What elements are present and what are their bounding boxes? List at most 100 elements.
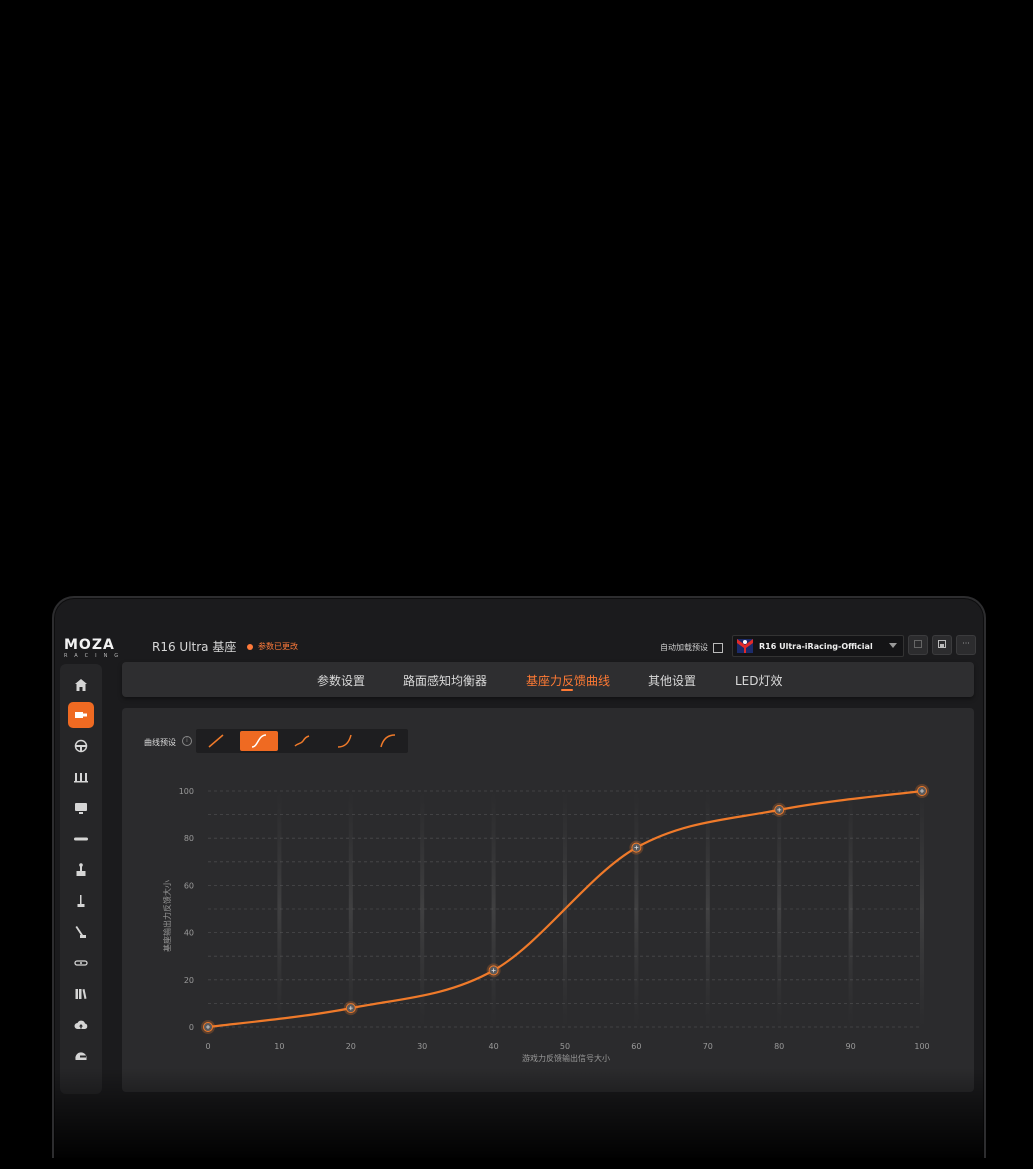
tab-road-equalizer[interactable]: 路面感知均衡器 [403,672,487,689]
v-grid-line [420,791,425,1027]
sidebar-item-steering-wheel[interactable] [68,733,94,759]
curve-control-point[interactable] [915,784,929,798]
preset-soft-curve-button[interactable] [283,731,321,751]
sidebar-item-library[interactable] [68,981,94,1007]
y-tick-label: 80 [184,834,194,843]
v-grid-line [491,791,496,1027]
cloud-upload-icon [74,1020,88,1029]
sidebar-item-dashboard[interactable] [68,795,94,821]
more-options-button[interactable]: ··· [956,635,976,655]
v-grid-line [777,791,782,1027]
ffb-curve-chart[interactable]: 0 10 20 30 40 50 60 70 80 90 100 0 20 40 60 80 100 游戏力反… [122,768,974,1092]
curve-control-point[interactable] [343,1001,358,1016]
tab-parameters[interactable]: 参数设置 [317,672,365,689]
preset-linear-button[interactable] [197,731,235,751]
tab-ffb-curve[interactable]: 基座力反馈曲线 [526,672,610,689]
v-grid-line [634,791,639,1027]
linear-icon [208,734,224,748]
curve-panel: 曲线预设 i 0 10 20 30 40 50 60 70 80 90 100 … [122,708,974,1092]
logo-main-text: MOZA [64,637,115,653]
sidebar-item-pedals[interactable] [68,764,94,790]
title-bar: MOZA RACING R16 Ultra 基座 参数已更改 自动加载预设 R1… [54,628,984,662]
x-tick-label: 80 [774,1042,784,1051]
preset-logarithmic-button[interactable] [369,731,407,751]
x-tick-label: 30 [417,1042,427,1051]
v-grid-line [277,791,282,1027]
preset-dropdown[interactable]: R16 Ultra-iRacing-Official [732,635,904,657]
joystick-icon [76,863,86,876]
x-tick-label: 0 [205,1042,210,1051]
curve-control-point[interactable] [772,802,787,817]
sidebar-item-home[interactable] [68,672,94,698]
preset-exponential-button[interactable] [326,731,364,751]
x-tick-label: 60 [631,1042,641,1051]
sidebar-item-hub[interactable] [68,950,94,976]
handbrake-icon [75,926,86,938]
curve-control-point[interactable] [486,963,501,978]
y-tick-label: 20 [184,976,194,985]
y-axis-label: 基座输出力反馈大小 [162,880,172,952]
sidebar-item-shifter[interactable] [68,888,94,914]
iracing-logo-icon [737,639,753,653]
dashboard-display-icon [75,803,87,814]
home-icon [75,679,87,691]
status-dot-icon [247,643,253,650]
soft-curve-icon [294,735,310,747]
pedals-icon [74,773,88,783]
changed-status: 参数已更改 [247,641,298,652]
sidebar-item-handbrake[interactable] [68,919,94,945]
v-grid-line [705,791,710,1027]
sidebar-item-cloud[interactable] [68,1012,94,1038]
save-icon[interactable] [908,635,928,655]
curve-control-point[interactable] [201,1020,215,1034]
steering-wheel-icon [74,739,88,753]
preset-s-curve-button[interactable] [240,731,278,751]
s-curve-icon [251,734,267,748]
sidebar [60,664,102,1094]
sidebar-item-helmet[interactable] [68,1043,94,1069]
x-axis-ticks: 0 10 20 30 40 50 60 70 80 90 100 [205,1042,929,1051]
curve-control-point[interactable] [629,840,644,855]
autoload-label: 自动加载预设 [660,643,708,652]
autoload-preset-toggle[interactable]: 自动加载预设 [660,642,723,653]
helmet-icon [75,1052,87,1060]
exponential-curve-icon [337,734,352,748]
v-grid-line [848,791,853,1027]
active-tab-indicator [561,689,573,691]
y-tick-label: 100 [179,787,194,796]
hub-icon [74,960,88,966]
device-name: R16 Ultra 基座 [152,640,237,654]
library-icon [75,989,87,999]
y-tick-label: 40 [184,929,194,938]
x-axis-label: 游戏力反馈输出信号大小 [522,1053,610,1063]
x-tick-label: 50 [560,1042,570,1051]
preset-dropdown-value: R16 Ultra-iRacing-Official [759,641,873,651]
sidebar-item-joystick[interactable] [68,857,94,883]
tab-led-effects[interactable]: LED灯效 [735,672,783,689]
wheelbase-icon [75,712,87,718]
app-window: MOZA RACING R16 Ultra 基座 参数已更改 自动加载预设 R1… [52,596,986,1158]
y-tick-label: 60 [184,881,194,890]
y-tick-label: 0 [189,1023,194,1032]
x-tick-label: 90 [846,1042,856,1051]
logo-sub-text: RACING [64,653,126,659]
x-tick-label: 20 [346,1042,356,1051]
autoload-checkbox[interactable] [713,642,723,653]
info-icon[interactable]: i [182,736,192,746]
v-grid-line [920,791,924,1027]
shifter-icon [77,895,85,907]
moza-logo: MOZA RACING [64,637,136,659]
v-grid-line [348,791,353,1027]
tab-bar: 参数设置 路面感知均衡器 基座力反馈曲线 其他设置 LED灯效 [122,662,974,697]
logarithmic-curve-icon [380,734,396,748]
curve-preset-group [196,729,408,753]
sidebar-item-wheelbase[interactable] [68,702,94,728]
led-bar-icon [74,837,88,841]
save-as-icon[interactable] [932,635,952,655]
curve-preset-label: 曲线预设 [144,738,176,747]
sidebar-item-led-bar[interactable] [68,826,94,852]
x-tick-label: 10 [274,1042,284,1051]
tab-other-settings[interactable]: 其他设置 [648,672,696,689]
x-tick-label: 40 [489,1042,499,1051]
x-tick-label: 100 [914,1042,929,1051]
